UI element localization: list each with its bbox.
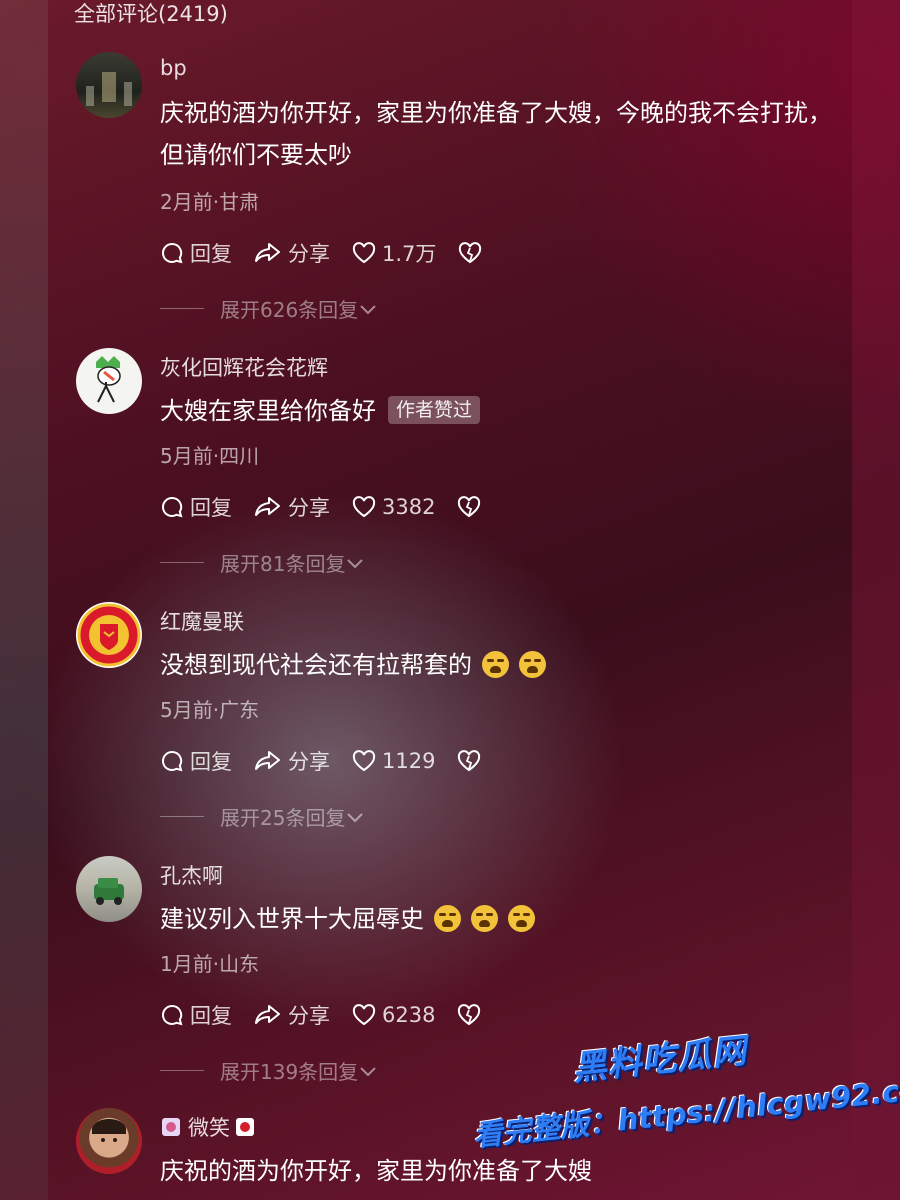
share-arrow-icon [255,751,280,770]
crying-emoji-icon [482,651,509,678]
comments-header: 全部评论(2419) [74,2,228,26]
comment-meta: 5月前·广东 [160,698,260,722]
comment-text-body: 建议列入世界十大屈辱史 [160,905,424,933]
comment-meta: 2月前·甘肃 [160,190,260,214]
reply-label: 回复 [190,242,232,266]
comment-text: 没想到现代社会还有拉帮套的 [160,644,850,686]
reply-button[interactable]: 回复 [160,238,232,268]
reply-button[interactable]: 回复 [160,1000,232,1030]
reply-button[interactable]: 回复 [160,746,232,776]
comment-text-body: 没想到现代社会还有拉帮套的 [160,651,472,679]
heart-icon [352,496,376,518]
heart-icon [352,242,376,264]
expand-replies-label: 展开81条回复 [220,552,346,576]
heart-icon [352,750,376,772]
expand-replies-button[interactable]: 展开81条回复 [160,548,365,577]
expand-replies-label: 展开626条回复 [220,298,359,322]
username[interactable]: 微笑 [160,1112,256,1142]
comment-text-body: 大嫂在家里给你备好 [160,397,376,425]
username[interactable]: 灰化回辉花会花辉 [160,352,328,382]
divider-line [160,562,204,563]
comment-text: 建议列入世界十大屈辱史 [160,898,850,940]
comment-actions: 回复 分享 3382 [160,492,509,522]
heart-icon [352,1004,376,1026]
reply-button[interactable]: 回复 [160,492,232,522]
like-button[interactable]: 3382 [352,495,435,519]
divider-line [160,816,204,817]
comment-actions: 回复 分享 1129 [160,746,509,776]
share-arrow-icon [255,497,280,516]
avatar[interactable] [76,348,142,414]
expand-replies-button[interactable]: 展开626条回复 [160,294,378,323]
share-button[interactable]: 分享 [254,1000,330,1030]
crying-emoji-icon [434,905,461,932]
share-label: 分享 [288,496,330,520]
comment-bubble-icon [162,496,183,518]
expand-replies-label: 展开25条回复 [220,806,346,830]
reply-label: 回复 [190,496,232,520]
watermark-title: 黑料吃瓜网 [570,1030,749,1090]
comment-actions: 回复 分享 1.7万 [160,238,510,268]
username-label: 微笑 [188,1116,230,1140]
like-count: 1.7万 [382,242,437,266]
chevron-down-icon [347,558,364,568]
divider-line [160,308,204,309]
like-count: 3382 [382,495,436,519]
avatar[interactable] [76,52,142,118]
chevron-down-icon [360,304,376,314]
share-label: 分享 [288,1004,330,1028]
like-button[interactable]: 1.7万 [352,238,436,268]
avatar[interactable] [76,1108,142,1174]
comment-bubble-icon [162,750,183,772]
like-button[interactable]: 1129 [352,749,435,773]
avatar[interactable] [76,856,142,922]
share-arrow-icon [255,243,280,262]
share-button[interactable]: 分享 [254,492,330,522]
comment-actions: 回复 分享 6238 [160,1000,509,1030]
chevron-down-icon [347,812,364,822]
like-count: 6238 [382,1003,436,1027]
crying-emoji-icon [471,905,498,932]
share-label: 分享 [288,750,330,774]
avatar[interactable] [76,602,142,668]
comment-bubble-icon [162,1004,183,1026]
comment-bubble-icon [162,242,183,264]
crying-emoji-icon [519,651,546,678]
dislike-button[interactable] [458,242,488,264]
comment-text: 大嫂在家里给你备好 作者赞过 [160,390,850,432]
crying-emoji-icon [508,905,535,932]
username[interactable]: 红魔曼联 [160,606,244,636]
dislike-button[interactable] [457,750,487,772]
left-blur-edge [0,0,48,1200]
right-blur-edge [852,0,900,1200]
comment-meta: 5月前·四川 [160,444,260,468]
broken-heart-icon [458,750,481,772]
username[interactable]: 孔杰啊 [160,860,223,890]
like-count: 1129 [382,749,436,773]
badge-icon [236,1118,254,1136]
divider-line [160,1070,204,1071]
chevron-down-icon [360,1066,376,1076]
expand-replies-button[interactable]: 展开139条回复 [160,1056,378,1085]
like-button[interactable]: 6238 [352,1003,435,1027]
comment-meta: 1月前·山东 [160,952,260,976]
username[interactable]: bp [160,56,187,80]
comment-text: 庆祝的酒为你开好，家里为你准备了大嫂，今晚的我不会打扰，但请你们不要太吵 [160,99,832,169]
dislike-button[interactable] [457,496,487,518]
broken-heart-icon [458,496,481,518]
reply-label: 回复 [190,1004,232,1028]
dislike-button[interactable] [457,1004,487,1026]
share-arrow-icon [255,1005,280,1024]
expand-replies-label: 展开139条回复 [220,1060,359,1084]
reply-label: 回复 [190,750,232,774]
author-liked-badge: 作者赞过 [388,396,481,424]
expand-replies-button[interactable]: 展开25条回复 [160,802,365,831]
broken-heart-icon [459,242,482,264]
share-button[interactable]: 分享 [254,746,330,776]
share-label: 分享 [288,242,330,266]
share-button[interactable]: 分享 [254,238,330,268]
broken-heart-icon [458,1004,481,1026]
comment-text: 庆祝的酒为你开好，家里为你准备了大嫂 [160,1157,592,1185]
sticker-badge-icon [162,1118,180,1136]
